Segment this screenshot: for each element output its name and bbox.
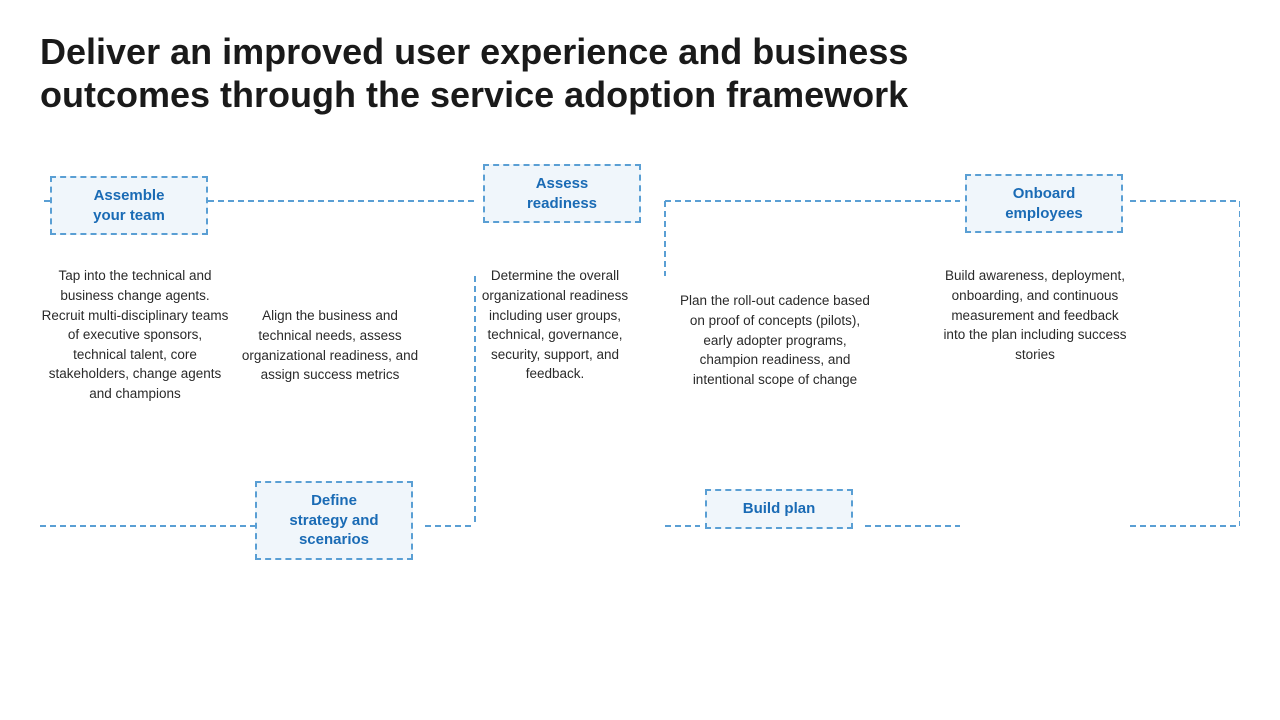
title-line1: Deliver an improved user experience and … xyxy=(40,31,908,72)
framework-diagram: Assemble your team Tap into the technica… xyxy=(40,146,1240,606)
title-line2: outcomes through the service adoption fr… xyxy=(40,74,908,115)
build-label: Build plan xyxy=(743,500,816,517)
build-box: Build plan xyxy=(705,489,853,529)
assess-box: Assess readiness xyxy=(483,164,641,223)
assemble-label: Assemble your team xyxy=(93,187,165,224)
assess-label: Assess readiness xyxy=(527,175,597,212)
assemble-box: Assemble your team xyxy=(50,176,208,235)
build-description: Plan the roll-out cadence based on proof… xyxy=(680,291,870,389)
onboard-description: Build awareness, deployment, onboarding,… xyxy=(940,266,1130,364)
define-description: Align the business and technical needs, … xyxy=(240,306,420,384)
onboard-label: Onboard employees xyxy=(1005,185,1083,222)
define-label: Define strategy and scenarios xyxy=(289,492,378,548)
page-title: Deliver an improved user experience and … xyxy=(40,30,1240,116)
onboard-box: Onboard employees xyxy=(965,174,1123,233)
assess-description: Determine the overall organizational rea… xyxy=(465,266,645,383)
define-box: Define strategy and scenarios xyxy=(255,481,413,560)
assemble-description: Tap into the technical and business chan… xyxy=(40,266,230,403)
